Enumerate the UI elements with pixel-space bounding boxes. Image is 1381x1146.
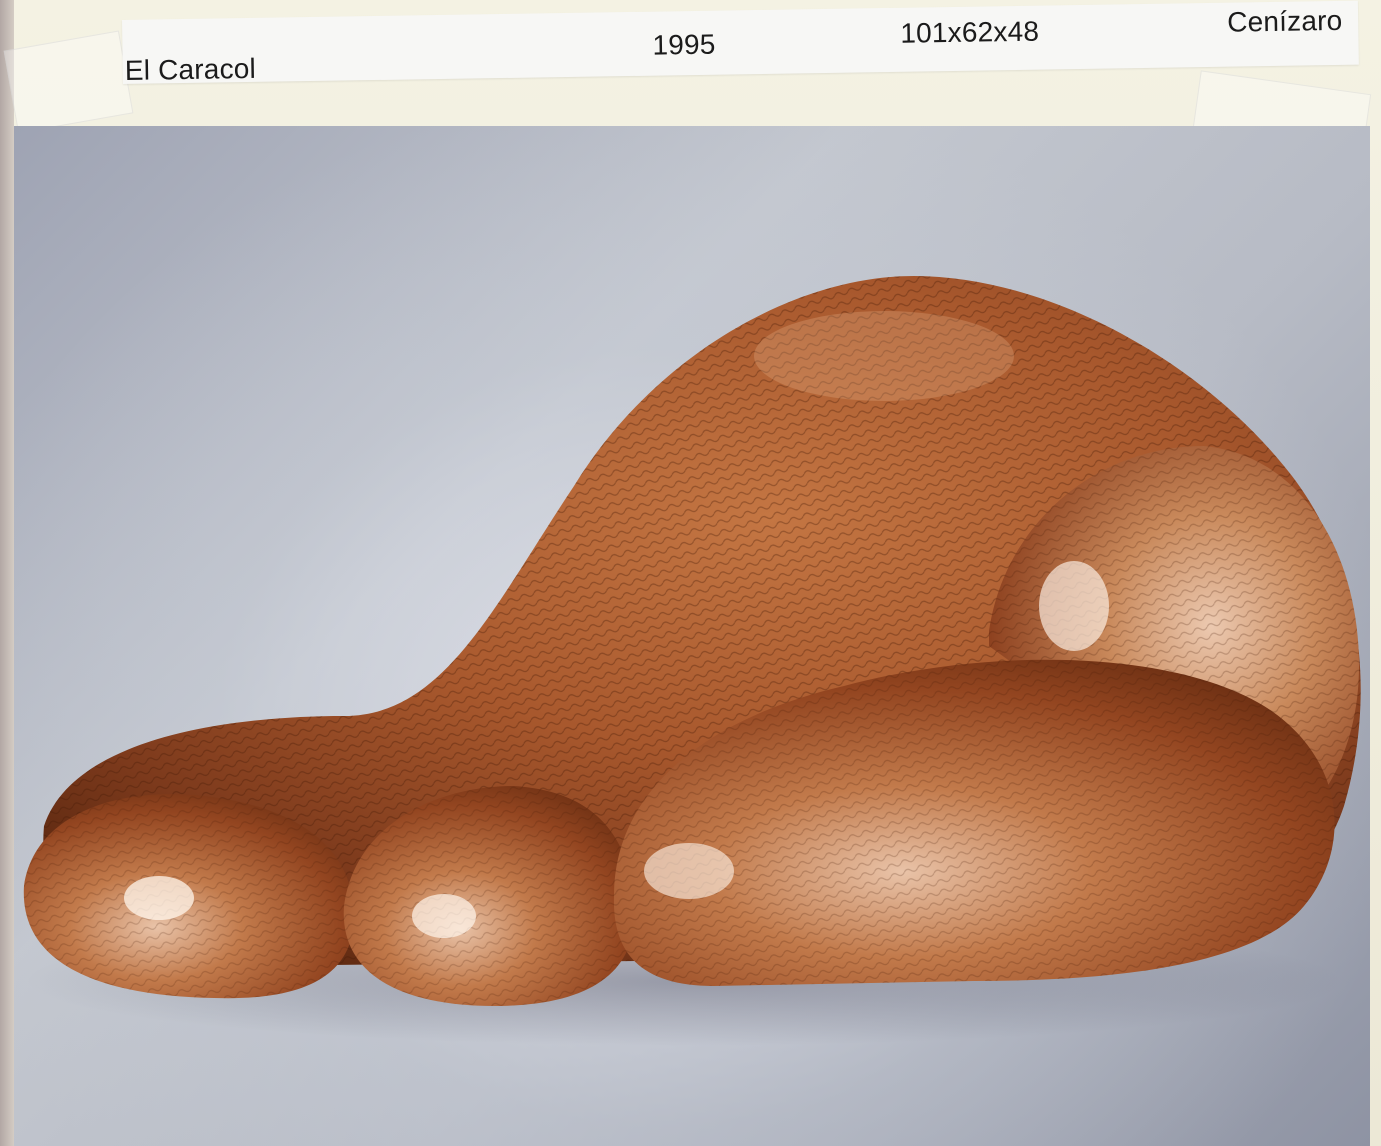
sculpture-image	[23, 276, 1361, 1046]
tape-left	[3, 30, 134, 134]
sculpture-photo	[14, 126, 1370, 1146]
highlight-middle	[412, 894, 476, 938]
artwork-dimensions: 101x62x48	[900, 15, 1040, 49]
highlight-right	[1039, 561, 1109, 651]
artwork-title: El Caracol	[124, 52, 257, 86]
artwork-year: 1995	[652, 28, 716, 61]
highlight-front	[644, 843, 734, 899]
highlight-left	[124, 876, 194, 920]
artwork-material: Cenízaro	[1226, 4, 1343, 38]
mounted-photo-card: El Caracol 1995 101x62x48 Cenízaro	[0, 0, 1381, 1146]
highlight-top	[754, 311, 1014, 401]
board-edge	[0, 0, 14, 1146]
caption-label: El Caracol 1995 101x62x48 Cenízaro	[122, 0, 1359, 86]
